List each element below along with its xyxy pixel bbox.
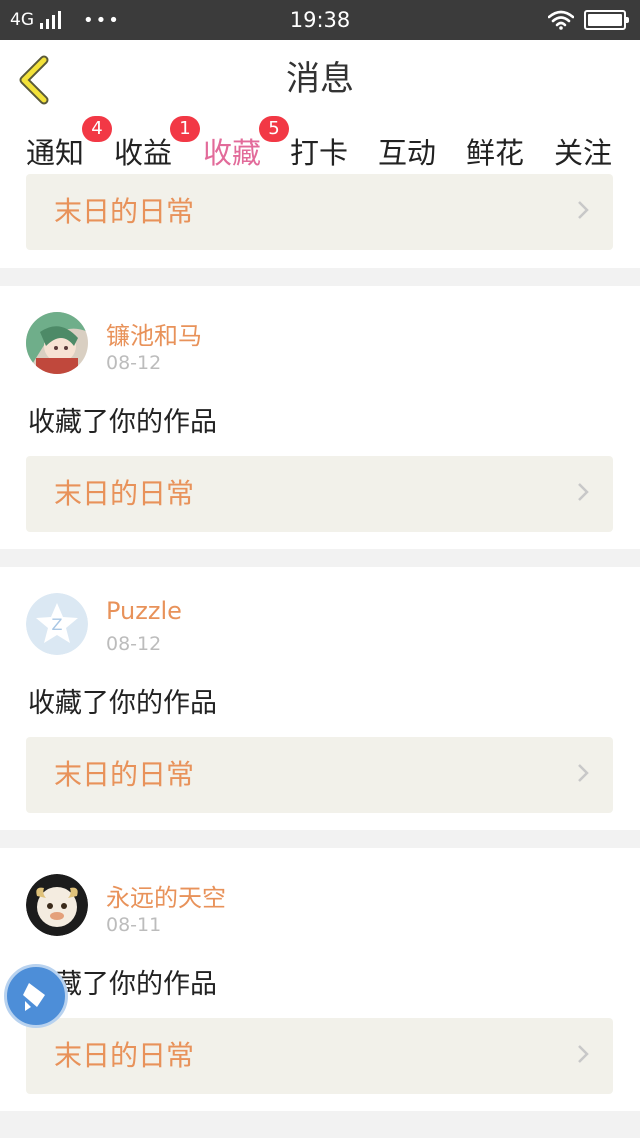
tab-label: 互动: [378, 136, 437, 170]
message-date: 08-12: [106, 352, 162, 374]
divider: [0, 1111, 640, 1138]
message-date: 08-12: [106, 633, 162, 655]
work-card[interactable]: 末日的日常: [26, 737, 613, 813]
chevron-right-icon: [578, 201, 589, 219]
tab-label: 收益: [114, 136, 173, 170]
avatar[interactable]: [26, 312, 88, 374]
tab-checkin[interactable]: 打卡: [290, 130, 348, 172]
tab-notifications[interactable]: 通知: [26, 130, 84, 172]
work-card[interactable]: 末日的日常: [26, 1018, 613, 1094]
tab-label: 打卡: [290, 136, 349, 170]
tab-follow[interactable]: 关注: [554, 130, 612, 172]
user-name[interactable]: Puzzle: [106, 597, 182, 625]
tab-label: 关注: [554, 136, 613, 170]
status-bar: 4G ••• 19:38: [0, 0, 640, 40]
avatar[interactable]: [26, 874, 88, 936]
tab-earnings[interactable]: 收益: [114, 130, 172, 172]
chevron-right-icon: [578, 1045, 589, 1063]
tab-flowers[interactable]: 鲜花: [466, 130, 524, 172]
cartoon-goat-avatar-icon: [26, 874, 88, 936]
nav-bar: 消息: [0, 40, 640, 119]
tab-label: 收藏: [203, 136, 262, 170]
tab-favorites[interactable]: 收藏: [203, 130, 261, 172]
anime-girl-avatar-icon: [26, 312, 88, 374]
work-title: 末日的日常: [54, 758, 195, 791]
page-title: 消息: [286, 59, 354, 99]
floating-shortcut-button[interactable]: [4, 964, 68, 1028]
work-card[interactable]: 末日的日常: [26, 174, 613, 250]
avatar[interactable]: Z: [26, 593, 88, 655]
chevron-right-icon: [578, 764, 589, 782]
user-name[interactable]: 永远的天空: [106, 878, 226, 913]
work-card[interactable]: 末日的日常: [26, 456, 613, 532]
status-time: 19:38: [289, 8, 351, 32]
chevron-right-icon: [578, 483, 589, 501]
work-title: 末日的日常: [54, 195, 195, 228]
notification-badge: 4: [82, 116, 112, 142]
back-button[interactable]: [14, 54, 58, 106]
svg-text:Z: Z: [52, 615, 63, 634]
divider: [0, 268, 640, 286]
user-name[interactable]: 镰池和马: [106, 316, 202, 351]
battery-icon: [584, 10, 629, 30]
favorites-badge: 5: [259, 116, 289, 142]
action-text: 收藏了你的作品: [28, 407, 217, 438]
action-text: 收藏了你的作品: [28, 688, 217, 719]
status-right: [548, 0, 629, 40]
tab-label: 鲜花: [466, 136, 525, 170]
wifi-icon: [548, 10, 574, 30]
chevron-left-icon: [19, 55, 49, 105]
work-title: 末日的日常: [54, 477, 195, 510]
tab-interaction[interactable]: 互动: [378, 130, 436, 172]
tab-label: 通知: [26, 136, 85, 170]
divider: [0, 830, 640, 848]
work-title: 末日的日常: [54, 1039, 195, 1072]
divider: [0, 549, 640, 567]
message-date: 08-11: [106, 914, 162, 936]
earnings-badge: 1: [170, 116, 200, 142]
tab-bar: 通知 4 收益 1 收藏 5 打卡 互动 鲜花 关注: [0, 116, 640, 182]
default-star-avatar-icon: Z: [26, 593, 88, 655]
brush-icon: [23, 983, 45, 1011]
